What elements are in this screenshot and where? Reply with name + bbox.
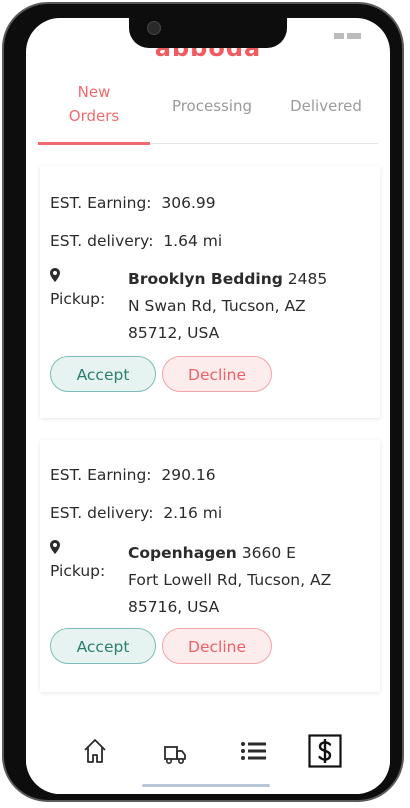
pickup-address-line2: Fort Lowell Rd, Tucson, AZ	[128, 571, 332, 589]
pickup-store-name: Copenhagen	[128, 544, 237, 562]
battery-icon	[347, 33, 361, 39]
earning-label: EST. Earning:	[50, 194, 152, 212]
pickup-street-number: 3660 E	[236, 544, 296, 562]
delivery-value: 2.16 mi	[163, 504, 223, 522]
list-icon	[241, 742, 266, 760]
signal-icon	[334, 33, 344, 39]
active-tab-indicator	[38, 142, 150, 145]
earning-label: EST. Earning:	[50, 466, 152, 484]
nav-earnings[interactable]	[308, 734, 342, 768]
tab-new-orders[interactable]: New Orders	[38, 80, 150, 128]
location-pin-icon	[50, 268, 60, 282]
tab-delivered[interactable]: Delivered	[274, 94, 378, 118]
earning-value: 306.99	[161, 194, 216, 212]
app-screen: abboda New Orders Processing Delivered E…	[26, 18, 390, 794]
pickup-address-line1: Brooklyn Bedding 2485	[128, 266, 372, 293]
earning-value: 290.16	[161, 466, 216, 484]
dollar-icon	[308, 734, 342, 768]
pickup-address: Copenhagen 3660 E Fort Lowell Rd, Tucson…	[128, 540, 372, 621]
pickup-label: Pickup:	[50, 290, 106, 308]
nav-orders-list[interactable]	[238, 736, 268, 766]
camera-icon	[147, 21, 161, 35]
pickup-label: Pickup:	[50, 562, 106, 580]
nav-deliveries[interactable]	[160, 740, 190, 770]
pickup-address: Brooklyn Bedding 2485 N Swan Rd, Tucson,…	[128, 266, 372, 347]
pickup-street-number: 2485	[282, 270, 328, 288]
pickup-address-line3: 85716, USA	[128, 598, 220, 616]
tab-new-orders-line2: Orders	[68, 107, 120, 125]
delivery-label: EST. delivery:	[50, 232, 154, 250]
truck-icon	[164, 746, 186, 765]
phone-notch	[129, 18, 287, 48]
order-card: EST. Earning: 290.16 EST. delivery: 2.16…	[40, 440, 380, 692]
home-indicator	[142, 784, 270, 787]
order-tabs: New Orders Processing Delivered	[38, 80, 378, 146]
pickup-address-line2: N Swan Rd, Tucson, AZ	[128, 297, 306, 315]
phone-frame: abboda New Orders Processing Delivered E…	[2, 2, 404, 802]
earning-row: EST. Earning: 290.16	[50, 466, 216, 484]
accept-button[interactable]: Accept	[50, 356, 156, 392]
decline-button[interactable]: Decline	[162, 628, 272, 664]
delivery-row: EST. delivery: 2.16 mi	[50, 504, 222, 522]
delivery-value: 1.64 mi	[163, 232, 223, 250]
home-icon	[84, 739, 106, 763]
decline-button[interactable]: Decline	[162, 356, 272, 392]
pickup-address-line1: Copenhagen 3660 E	[128, 540, 372, 567]
pickup-address-line3: 85712, USA	[128, 324, 220, 342]
order-card: EST. Earning: 306.99 EST. delivery: 1.64…	[40, 166, 380, 418]
tab-processing[interactable]: Processing	[154, 94, 270, 118]
tab-new-orders-line1: New	[77, 83, 111, 101]
status-bar-time	[60, 36, 94, 40]
delivery-label: EST. delivery:	[50, 504, 154, 522]
pickup-store-name: Brooklyn Bedding	[128, 270, 283, 288]
accept-button[interactable]: Accept	[50, 628, 156, 664]
nav-home[interactable]	[80, 736, 110, 766]
location-pin-icon	[50, 540, 60, 554]
status-bar-icons	[334, 32, 366, 40]
earning-row: EST. Earning: 306.99	[50, 194, 216, 212]
delivery-row: EST. delivery: 1.64 mi	[50, 232, 222, 250]
bottom-nav	[26, 718, 390, 794]
tabs-divider	[150, 143, 378, 144]
